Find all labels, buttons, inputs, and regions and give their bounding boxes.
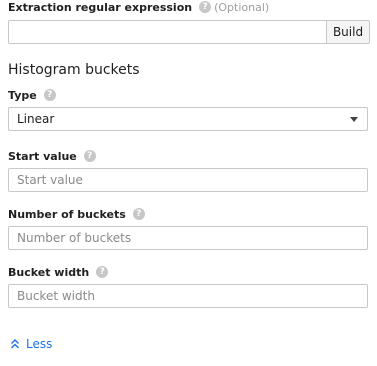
regex-input[interactable] xyxy=(8,20,326,44)
number-of-buckets-input[interactable] xyxy=(8,226,368,250)
regex-label: Extraction regular expression xyxy=(8,0,193,14)
type-selected-value: Linear xyxy=(17,112,55,126)
less-link[interactable]: Less xyxy=(10,337,52,351)
caret-down-icon xyxy=(350,117,358,122)
start-value-label: Start value xyxy=(8,149,77,163)
optional-hint: (Optional) xyxy=(214,0,270,14)
type-label: Type xyxy=(8,88,37,102)
less-label: Less xyxy=(26,337,53,351)
type-select[interactable]: Linear xyxy=(8,107,368,131)
bucket-width-label-row: Bucket width ? xyxy=(8,265,109,279)
help-icon[interactable]: ? xyxy=(43,89,56,101)
help-icon[interactable]: ? xyxy=(96,266,109,278)
histogram-config-panel: Extraction regular expression ? (Optiona… xyxy=(0,0,377,366)
section-title-histogram-buckets: Histogram buckets xyxy=(8,62,140,78)
bucket-width-input[interactable] xyxy=(8,284,368,308)
bucket-width-label: Bucket width xyxy=(8,265,90,279)
build-button[interactable]: Build xyxy=(326,20,370,44)
regex-label-row: Extraction regular expression ? (Optiona… xyxy=(8,0,269,14)
help-icon[interactable]: ? xyxy=(83,150,96,162)
start-value-label-row: Start value ? xyxy=(8,149,96,163)
number-of-buckets-label-row: Number of buckets ? xyxy=(8,207,145,221)
help-icon[interactable]: ? xyxy=(199,1,212,13)
help-icon[interactable]: ? xyxy=(132,208,145,220)
start-value-input[interactable] xyxy=(8,168,368,192)
type-label-row: Type ? xyxy=(8,88,56,102)
number-of-buckets-label: Number of buckets xyxy=(8,207,126,221)
regex-input-group: Build xyxy=(8,20,370,44)
double-chevron-up-icon xyxy=(11,339,19,349)
